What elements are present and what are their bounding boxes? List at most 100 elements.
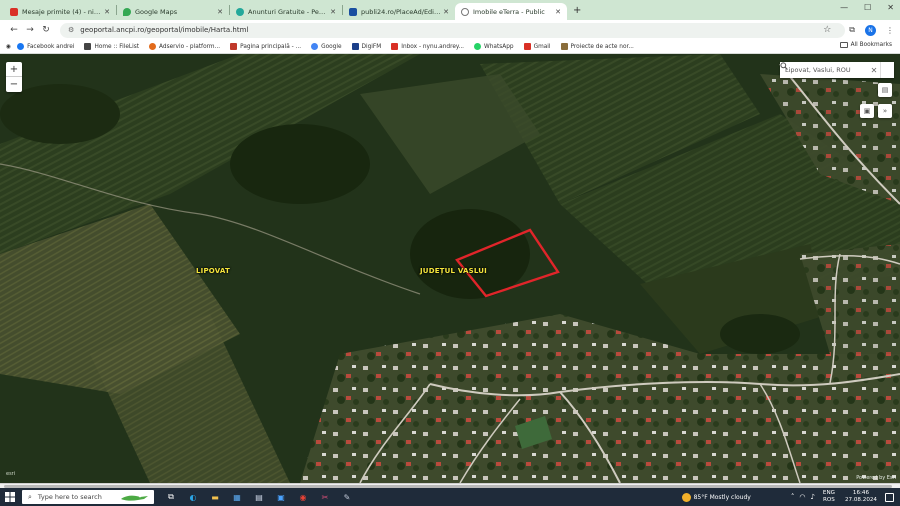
place-label-judet: JUDEȚUL VASLUI [420,267,487,275]
adservio-icon [149,43,157,50]
lang-top: ENG [822,490,835,496]
close-tab-icon[interactable]: ✕ [555,8,561,16]
taskbar-search[interactable]: ⌕ Type here to search [22,490,154,504]
forward-icon[interactable]: → [22,25,38,35]
menu-icon[interactable]: ⋮ [886,26,894,35]
bookmark-item[interactable]: Adservio - platform... [149,43,220,50]
edge-icon[interactable]: ◐ [186,490,200,504]
olx-favicon-icon [236,7,244,16]
close-tab-icon[interactable]: ✕ [104,8,110,16]
satellite-map[interactable]: LIPOVAT JUDEȚUL VASLUI + − Lipovat, Vasl… [0,54,900,483]
bookmark-apps-icon[interactable]: ◉ [6,44,11,50]
bookmark-item[interactable]: WhatsApp [474,43,514,50]
gmail-icon [523,43,531,50]
maps-favicon-icon [123,7,131,16]
lang-bottom: ROS [823,497,835,503]
search-icon[interactable] [780,62,894,78]
tab-imobile-eterra[interactable]: Imobile eTerra - Public ✕ [455,3,567,20]
layers-button[interactable]: ▤ [878,83,892,97]
bookmark-label: Inbox - nynu.andrey... [401,43,465,50]
gmail-favicon-icon [10,7,18,16]
chrome-icon[interactable]: ◉ [296,490,310,504]
tab-publi24[interactable]: publi24.ro/PlaceAd/EditSuccess... ✕ [343,3,455,20]
bookmark-item[interactable]: Inbox - nynu.andrey... [391,43,464,50]
bookmark-label: DigiFM [361,43,382,50]
task-view-icon[interactable]: ⧉ [164,490,178,504]
notifications-icon[interactable] [885,492,894,502]
bookmark-item[interactable]: Gmail [523,43,551,50]
facebook-icon [17,43,25,50]
store-icon[interactable]: ▦ [230,490,244,504]
paint-icon[interactable]: ✎ [340,490,354,504]
photos-icon[interactable]: ▣ [274,490,288,504]
system-tray: 85°F Mostly cloudy ˄ ◠ ♪ ENG ROS 16:46 2… [681,488,894,506]
calculator-icon[interactable]: ▤ [252,490,266,504]
window-controls: — ☐ ✕ [840,3,894,12]
bookmark-item[interactable]: Pagina principală - ... [230,43,301,50]
tab-anunturi[interactable]: Anunturi Gratuite - Peste 4 milio... ✕ [230,3,342,20]
url-text[interactable]: geoportal.ancpi.ro/geoportal/imobile/Har… [80,26,248,34]
address-bar[interactable]: ⚙ geoportal.ancpi.ro/geoportal/imobile/H… [60,22,846,38]
close-tab-icon[interactable]: ✕ [330,8,336,16]
bookmark-label: Home :: FileList [94,43,140,50]
clock[interactable]: 16:46 27.08.2024 [845,490,877,504]
tab-title: publi24.ro/PlaceAd/EditSuccess... [361,7,441,16]
bookmark-star-icon[interactable]: ☆ [823,25,837,35]
map-search-input[interactable]: Lipovat, Vaslui, ROU [780,66,868,74]
close-tab-icon[interactable]: ✕ [443,8,449,16]
tray-icons: ˄ ◠ ♪ [791,493,815,501]
chevron-up-icon[interactable]: ˄ [791,493,795,501]
tab-title: Anunturi Gratuite - Peste 4 milio... [248,7,329,16]
google-icon [311,43,319,50]
basemap-button[interactable]: ▣ [860,104,874,118]
mail-icon [391,43,399,50]
snipping-tool-icon[interactable]: ✂ [318,490,332,504]
extensions-icon[interactable]: ⧉ [849,25,855,35]
language-indicator[interactable]: ENG ROS [823,490,835,504]
search-icon: ⌕ [28,492,32,501]
image-icon: ▣ [863,107,871,115]
tab-title: Imobile eTerra - Public [473,7,545,16]
bookmark-item[interactable]: Proiecte de acte nor... [560,43,634,50]
page-icon [84,43,92,50]
reload-icon[interactable]: ↻ [38,25,54,35]
partly-cloudy-icon [681,492,691,502]
maximize-icon[interactable]: ☐ [864,3,871,12]
zoom-out-button[interactable]: − [6,77,22,92]
back-icon[interactable]: ← [6,25,22,35]
bookmark-item[interactable]: Facebook andrei [17,43,74,50]
site-info-icon[interactable]: ⚙ [68,26,74,34]
bookmark-label: Google [321,43,342,50]
all-bookmarks-label: All Bookmarks [850,42,892,48]
crocodile-icon [121,495,148,501]
file-explorer-icon[interactable]: ▬ [208,490,222,504]
bookmark-item[interactable]: DigiFM [351,43,382,50]
clear-search-icon[interactable]: ✕ [868,66,880,75]
new-tab-button[interactable]: + [573,5,581,16]
zoom-in-button[interactable]: + [6,62,22,77]
volume-icon[interactable]: ♪ [810,493,814,501]
digifm-icon [351,43,359,50]
layers-icon: ▤ [881,86,889,94]
globe-favicon-icon [461,7,469,16]
close-window-icon[interactable]: ✕ [887,3,894,12]
minimize-icon[interactable]: — [840,3,848,12]
profile-avatar[interactable]: N [865,24,876,36]
weather-widget[interactable]: 85°F Mostly cloudy [681,492,751,502]
taskbar-search-placeholder: Type here to search [37,493,102,501]
tab-gmail[interactable]: Mesaje primite (4) - ninu.mobile@... ✕ [4,3,116,20]
expand-button[interactable]: » [878,104,892,118]
tab-strip: Mesaje primite (4) - ninu.mobile@... ✕ G… [0,0,900,20]
start-button[interactable] [0,488,20,506]
bookmark-item[interactable]: Google [311,43,342,50]
zoom-control: + − [6,62,22,92]
document-icon [560,43,568,50]
tab-title: Google Maps [135,7,178,16]
close-tab-icon[interactable]: ✕ [217,8,223,16]
chevrons-right-icon: » [882,107,888,115]
bookmarks-bar: ◉ Facebook andrei Home :: FileList Adser… [0,40,900,54]
network-icon[interactable]: ◠ [799,493,805,501]
all-bookmarks-button[interactable]: All Bookmarks [839,42,892,48]
tab-google-maps[interactable]: Google Maps ✕ [117,3,229,20]
bookmark-item[interactable]: Home :: FileList [84,43,139,50]
